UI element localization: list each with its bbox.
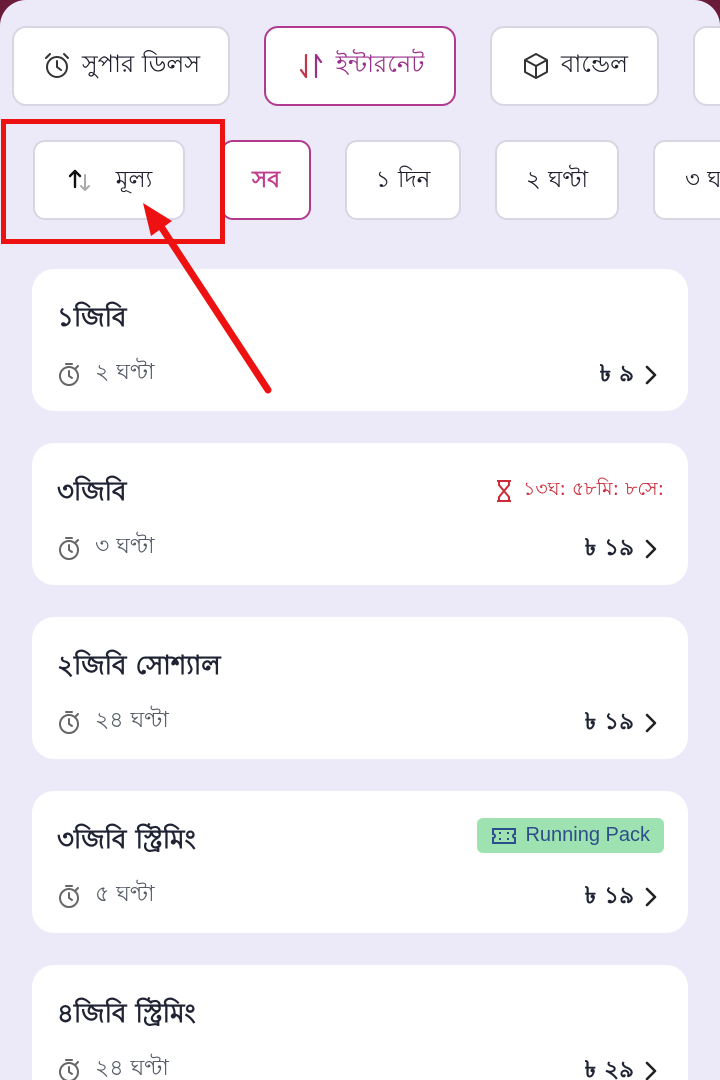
pack-duration: ২ ঘণ্টা xyxy=(57,355,155,392)
offer-timer: ১৩ঘ: ৫৮মি: ৮সে: xyxy=(495,475,664,507)
pack-price: ৳ ১৯ xyxy=(585,877,658,916)
box-icon xyxy=(523,53,548,79)
pack-duration: ২৪ ঘণ্টা xyxy=(57,1051,169,1080)
filter-2-hours[interactable]: ২ ঘণ্টা xyxy=(495,140,619,220)
pack-price-text: ৳ ৯ xyxy=(599,361,634,387)
pack-price-text: ৳ ১৯ xyxy=(584,535,634,561)
ticket-icon xyxy=(492,827,517,844)
chevron-right-icon xyxy=(645,539,657,558)
tab-internet[interactable]: ইন্টারনেট xyxy=(264,26,456,106)
pack-duration-text: ২৪ ঘণ্টা xyxy=(95,708,169,733)
pack-price: ৳ ২৯ xyxy=(585,1051,658,1080)
chevron-right-icon xyxy=(645,713,657,732)
pack-price: ৳ ১৯ xyxy=(585,703,658,742)
pack-duration: ৩ ঘণ্টা xyxy=(57,529,155,566)
stopwatch-icon xyxy=(59,884,79,908)
pack-duration: ২৪ ঘণ্টা xyxy=(57,703,169,740)
pack-card[interactable]: ৩জিবি ১৩ঘ: ৫৮মি: ৮সে: ৩ ঘণ্টা ৳ ১৯ xyxy=(32,443,688,585)
pack-duration: ৫ ঘণ্টা xyxy=(57,877,155,914)
pack-title: ২জিবি সোশ্যাল xyxy=(57,651,221,681)
pack-duration-text: ২৪ ঘণ্টা xyxy=(95,1056,169,1080)
alarm-clock-icon xyxy=(44,53,69,78)
pack-price: ৳ ৯ xyxy=(600,355,658,394)
running-pack-text: Running Pack xyxy=(525,824,650,846)
filter-1-day[interactable]: ১ দিন xyxy=(345,140,461,220)
pack-card[interactable]: ১জিবি ২ ঘণ্টা ৳ ৯ xyxy=(32,269,688,411)
filter-all-label: সব xyxy=(252,166,280,193)
stopwatch-icon xyxy=(59,362,79,386)
offer-timer-text: ১৩ঘ: ৫৮মি: ৮সে: xyxy=(523,478,664,500)
pack-price: ৳ ১৯ xyxy=(585,529,658,568)
tab-next-partial[interactable] xyxy=(693,26,720,106)
stopwatch-icon xyxy=(59,1058,79,1080)
pack-title: ১জিবি xyxy=(57,303,127,333)
pack-price-text: ৳ ২৯ xyxy=(584,1057,634,1080)
pack-title: ৩জিবি xyxy=(57,477,127,507)
pack-card[interactable]: ২জিবি সোশ্যাল ২৪ ঘণ্টা ৳ ১৯ xyxy=(32,617,688,759)
pack-price-text: ৳ ১৯ xyxy=(584,883,634,909)
app-screen: সুপার ডিলস ইন্টারনেট বান্ডেল মূল্য সব ১ … xyxy=(0,0,720,1080)
filter-3-hours-label: ৩ ঘ xyxy=(685,166,720,193)
tab-internet-label: ইন্টারনেট xyxy=(335,50,425,78)
pack-title: ৩জিবি স্ট্রিমিং xyxy=(57,825,196,855)
tab-super-deals-label: সুপার ডিলস xyxy=(81,50,201,78)
filter-2-hours-label: ২ ঘণ্টা xyxy=(525,166,589,193)
data-transfer-icon xyxy=(299,53,322,79)
chevron-right-icon xyxy=(645,887,657,906)
running-pack-badge: Running Pack xyxy=(477,818,664,853)
pack-title: ৪জিবি স্ট্রিমিং xyxy=(57,999,196,1029)
stopwatch-icon xyxy=(59,710,79,734)
pack-card[interactable]: ৩জিবি স্ট্রিমিং Running Pack ৫ ঘণ্টা ৳ ১… xyxy=(32,791,688,933)
pack-card[interactable]: ৪জিবি স্ট্রিমিং ২৪ ঘণ্টা ৳ ২৯ xyxy=(32,965,688,1080)
tab-super-deals[interactable]: সুপার ডিলস xyxy=(12,26,230,106)
tab-bundle-label: বান্ডেল xyxy=(560,50,628,78)
sort-price-button[interactable]: মূল্য xyxy=(33,140,185,220)
stopwatch-icon xyxy=(59,536,79,560)
filter-3-hours-partial[interactable]: ৩ ঘ xyxy=(653,140,720,220)
pack-price-text: ৳ ১৯ xyxy=(584,709,634,735)
chevron-right-icon xyxy=(645,365,657,384)
sort-price-label: মূল্য xyxy=(115,166,153,193)
chevron-right-icon xyxy=(645,1061,657,1080)
sort-arrows-icon xyxy=(68,169,90,191)
category-tabs: সুপার ডিলস ইন্টারনেট বান্ডেল xyxy=(0,0,720,120)
pack-duration-text: ৫ ঘণ্টা xyxy=(95,882,155,907)
pack-duration-text: ২ ঘণ্টা xyxy=(95,360,155,385)
pack-duration-text: ৩ ঘণ্টা xyxy=(95,534,155,559)
hourglass-icon xyxy=(497,480,512,502)
filter-all[interactable]: সব xyxy=(221,140,311,220)
tab-bundle[interactable]: বান্ডেল xyxy=(490,26,659,106)
filter-1-day-label: ১ দিন xyxy=(375,166,431,193)
